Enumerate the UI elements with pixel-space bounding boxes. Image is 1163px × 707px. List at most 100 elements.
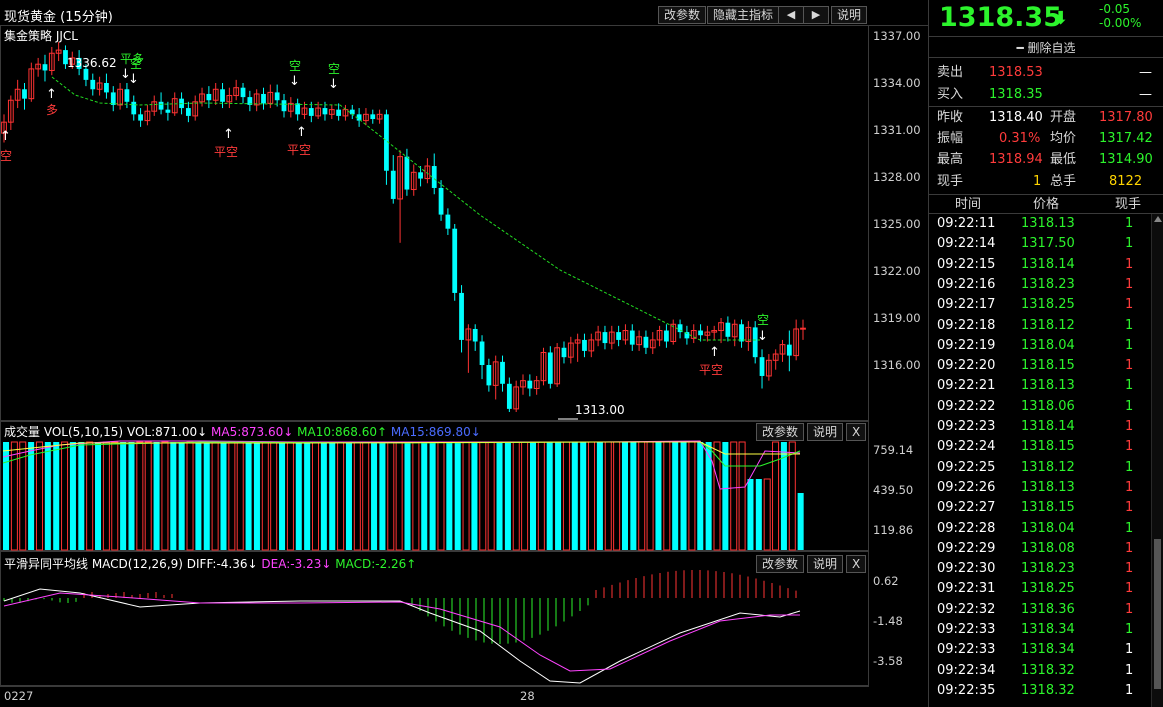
chart-area[interactable]: 现货黄金 (15分钟) 改参数 隐藏主指标 ◀ ▶ 说明 集金策略 JJCL 1… <box>0 0 928 707</box>
signal-kong: 空 <box>130 57 143 71</box>
volume-bar <box>186 441 194 551</box>
tick-row: 09:22:22 1318.06 1 <box>929 397 1149 417</box>
volume-bar <box>44 442 51 550</box>
tick-time: 09:22:15 <box>937 256 996 272</box>
candle-body <box>42 64 48 71</box>
buy-price: 1318.35 <box>989 87 1043 102</box>
volume-bar <box>144 441 152 551</box>
scroll-thumb[interactable] <box>1154 539 1161 689</box>
tick-time: 09:22:27 <box>937 500 996 516</box>
tick-row: 09:22:11 1318.13 1 <box>929 214 1149 234</box>
candle-body <box>664 330 669 342</box>
delete-watchlist-label: 删除自选 <box>1027 41 1076 55</box>
volume-bar <box>788 441 796 551</box>
candle-body <box>459 292 464 340</box>
volume-bar <box>437 441 445 551</box>
candle-body <box>629 330 635 345</box>
prev-close-label: 昨收 <box>937 110 964 125</box>
last-price: 1318.35 <box>939 2 1062 33</box>
volume-bar <box>111 441 119 551</box>
volume-bar <box>161 441 169 551</box>
tick-time: 09:22:35 <box>937 682 996 698</box>
help-button[interactable]: 说明 <box>831 6 868 24</box>
volume-bar <box>588 441 596 551</box>
low-value: 1314.90 <box>1099 152 1153 167</box>
tick-header-volume: 现手 <box>1115 197 1142 212</box>
trend-line <box>51 76 760 341</box>
candle-body <box>500 361 505 384</box>
tick-price: 1318.04 <box>1021 520 1075 536</box>
tick-volume: 1 <box>1125 622 1134 637</box>
tick-price: 1318.15 <box>1021 500 1075 516</box>
params-button[interactable]: 改参数 <box>658 6 707 24</box>
volume-bar <box>454 442 461 550</box>
volume-bar <box>697 442 704 550</box>
volume-bar <box>446 442 453 550</box>
tick-time: 09:22:21 <box>937 378 996 394</box>
volume-bar <box>245 442 252 550</box>
volume-bar <box>487 441 495 551</box>
low-label: 最低 <box>1050 152 1077 167</box>
signal-arrow-up-icon: ↑ <box>0 129 11 144</box>
volume-value: VOL:871.00↓ <box>126 425 208 439</box>
macd-params-button[interactable]: 改参数 <box>756 555 805 573</box>
price-tick: 1319.00 <box>873 311 921 325</box>
time-label-start: 0227 <box>4 689 34 703</box>
volume-help-button[interactable]: 说明 <box>807 423 844 441</box>
tick-price: 1318.13 <box>1021 479 1075 495</box>
tick-time: 09:22:30 <box>937 561 996 577</box>
volume-bar <box>738 441 746 551</box>
delete-watchlist-button[interactable]: ━ 删除自选 <box>929 36 1163 58</box>
tick-time: 09:22:34 <box>937 662 996 678</box>
candle-body <box>165 109 171 113</box>
macd-help-button[interactable]: 说明 <box>807 555 844 573</box>
candle-body <box>131 101 137 115</box>
buy-row: 买入 1318.35 — <box>929 85 1152 105</box>
candle-body <box>124 89 130 102</box>
signal-ping-kong: 平空 <box>699 363 724 377</box>
tick-list[interactable]: 09:22:11 1318.13 1 09:22:14 1317.50 1 09:22:15… <box>929 214 1163 707</box>
tick-volume: 1 <box>1125 297 1134 313</box>
tick-volume: 1 <box>1125 642 1134 658</box>
signal-arrow-down-icon: ↓ <box>128 72 139 87</box>
candle-body <box>336 109 342 116</box>
volume-bar <box>261 441 269 551</box>
volume-bar <box>730 441 738 551</box>
candle-body <box>370 114 376 120</box>
volume-bar <box>136 441 144 551</box>
tick-scrollbar[interactable] <box>1151 214 1163 707</box>
volume-tick: 119.86 <box>873 523 914 537</box>
scroll-right-button[interactable]: ▶ <box>803 6 829 24</box>
tick-price: 1318.34 <box>1021 622 1075 637</box>
volume-bar <box>571 442 578 550</box>
scroll-left-button[interactable]: ◀ <box>778 6 804 24</box>
scroll-up-icon[interactable] <box>1154 216 1162 222</box>
signal-arrow-up-icon: ↑ <box>223 127 234 142</box>
volume-close-button[interactable]: X <box>846 423 867 441</box>
tick-volume: 1 <box>1125 581 1134 597</box>
sell-label: 卖出 <box>937 65 964 80</box>
volume-bar <box>580 442 587 550</box>
tick-row: 09:22:21 1318.13 1 <box>929 376 1149 396</box>
volume-bar <box>621 442 629 550</box>
candle-body <box>22 89 27 99</box>
hide-main-indicator-button[interactable]: 隐藏主指标 <box>707 6 780 24</box>
divider <box>929 106 1163 107</box>
tick-volume: 1 <box>1125 601 1134 617</box>
volume-bar <box>404 442 411 550</box>
tick-header-price: 价格 <box>1033 197 1060 212</box>
tick-time: 09:22:19 <box>937 337 996 353</box>
price-tick: 1331.00 <box>873 123 921 137</box>
macd-close-button[interactable]: X <box>846 555 867 573</box>
candle-body <box>104 83 109 93</box>
volume-bar <box>228 441 236 551</box>
total-volume-label: 总手 <box>1050 174 1077 189</box>
tick-time: 09:22:33 <box>937 622 996 637</box>
tick-volume: 1 <box>1125 236 1134 252</box>
volume-bar <box>638 441 646 551</box>
volume-params-button[interactable]: 改参数 <box>756 423 805 441</box>
tick-price: 1318.15 <box>1021 439 1075 455</box>
tick-time: 09:22:23 <box>937 419 996 434</box>
tick-row: 09:22:19 1318.04 1 <box>929 336 1149 356</box>
volume-bar <box>763 478 771 551</box>
